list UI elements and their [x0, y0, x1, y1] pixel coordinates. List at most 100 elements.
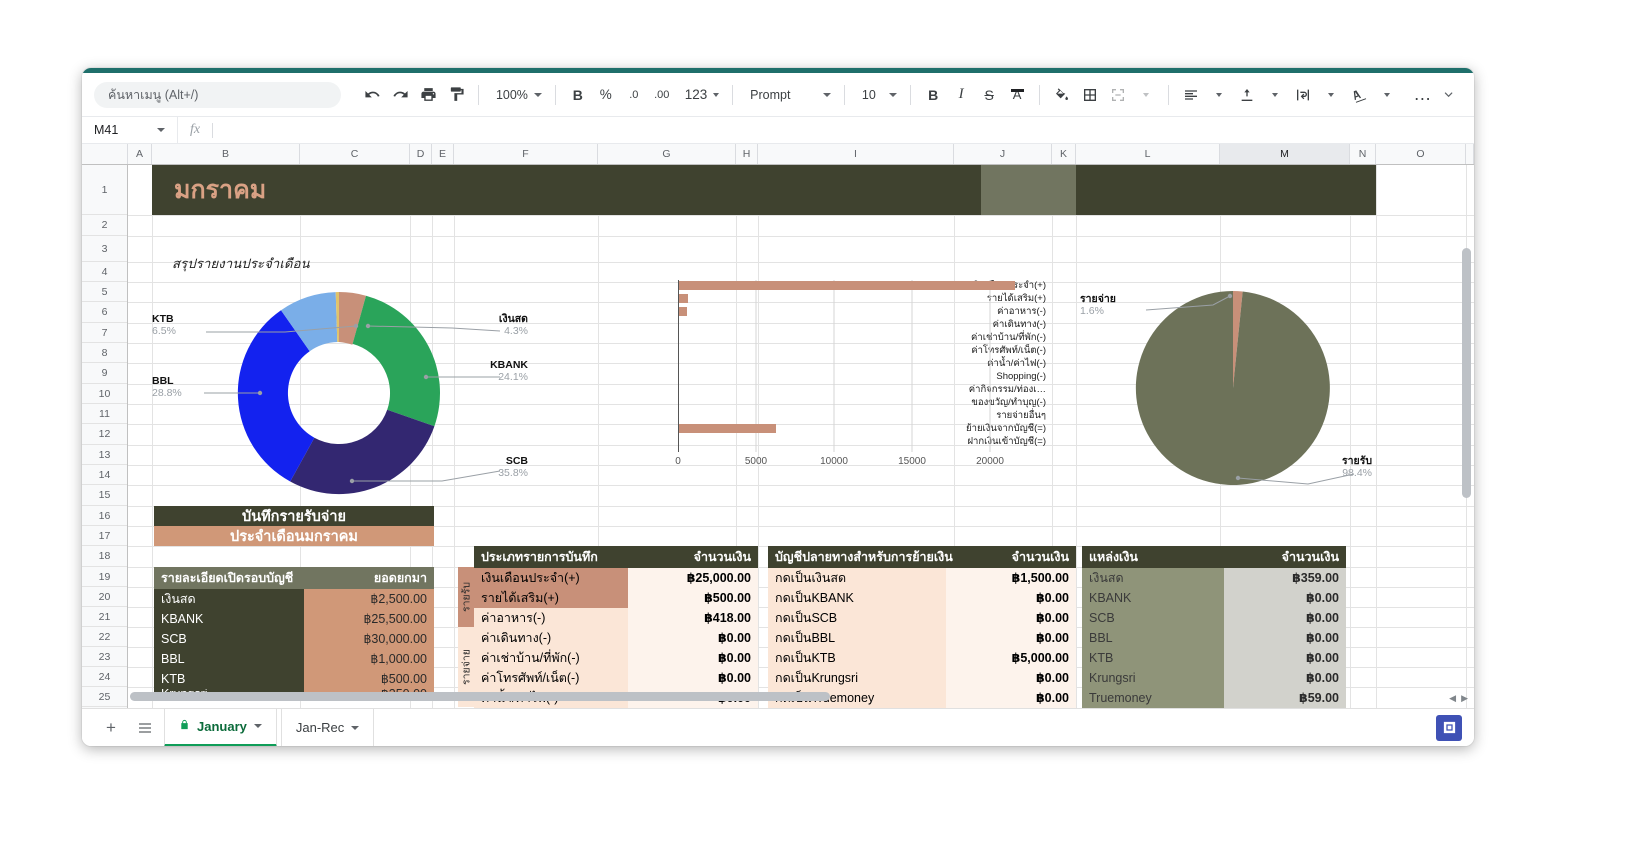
table-row[interactable]: รายได้เสริม(+) ฿500.00	[474, 588, 758, 608]
increase-decimal-button[interactable]: .00	[649, 82, 675, 108]
text-wrap-icon[interactable]	[1290, 82, 1316, 108]
row-header-22[interactable]: 22	[82, 627, 127, 647]
font-size-selector[interactable]: 10	[854, 82, 901, 108]
table-row[interactable]: KTB ฿0.00	[1082, 648, 1346, 668]
row-header-9[interactable]: 9	[82, 363, 127, 384]
table-row[interactable]: กดเป็นBBL ฿0.00	[768, 628, 1076, 648]
more-options-button[interactable]: …	[1410, 82, 1436, 108]
more-formats-selector[interactable]: 123	[677, 82, 724, 108]
all-sheets-icon[interactable]	[130, 713, 160, 743]
table-row[interactable]: ค่าโทรศัพท์/เน็ต(-) ฿0.00	[474, 668, 758, 688]
paint-format-icon[interactable]	[443, 82, 469, 108]
collapse-toolbar-icon[interactable]	[1438, 82, 1464, 108]
decrease-decimal-button[interactable]: .0	[621, 82, 647, 108]
sheet-tab-january[interactable]: January	[164, 708, 277, 746]
text-wrap-dropdown[interactable]	[1318, 82, 1344, 108]
table-row[interactable]: BBL ฿0.00	[1082, 628, 1346, 648]
merge-cells-icon[interactable]	[1105, 82, 1131, 108]
column-header-J[interactable]: J	[954, 144, 1052, 164]
column-header-H[interactable]: H	[736, 144, 758, 164]
column-header-D[interactable]: D	[410, 144, 432, 164]
row-header-16[interactable]: 16	[82, 506, 127, 526]
print-icon[interactable]	[415, 82, 441, 108]
column-header-B[interactable]: B	[152, 144, 300, 164]
table-row[interactable]: KTB ฿500.00	[154, 669, 434, 689]
row-header-21[interactable]: 21	[82, 607, 127, 627]
explore-icon[interactable]	[1436, 714, 1462, 741]
column-header-N[interactable]: N	[1350, 144, 1376, 164]
table-row[interactable]: เงินสด ฿2,500.00	[154, 589, 434, 609]
row-header-15[interactable]: 15	[82, 485, 127, 506]
vertical-scroll-thumb[interactable]	[1462, 248, 1471, 498]
row-header-2[interactable]: 2	[82, 215, 127, 236]
horizontal-scroll-thumb[interactable]	[130, 692, 830, 701]
add-sheet-button[interactable]: +	[96, 713, 126, 743]
row-header-18[interactable]: 18	[82, 546, 127, 567]
table-row[interactable]: ค่าเดินทาง(-) ฿0.00	[474, 628, 758, 648]
text-rotation-icon[interactable]	[1346, 82, 1372, 108]
row-header-25[interactable]: 25	[82, 687, 127, 707]
select-all-corner[interactable]	[82, 144, 128, 164]
text-color-button[interactable]: A	[1004, 82, 1030, 108]
sheet-tab-jan-rec[interactable]: Jan-Rec	[280, 708, 375, 746]
table-row[interactable]: กดเป็นKTB ฿5,000.00	[768, 648, 1076, 668]
horizontal-scrollbar[interactable]	[130, 691, 1444, 702]
row-header-10[interactable]: 10	[82, 384, 127, 404]
table-row[interactable]: กดเป็นKrungsri ฿0.00	[768, 668, 1076, 688]
table-row[interactable]: เงินเดือนประจำ(+) ฿25,000.00	[474, 568, 758, 588]
scroll-right-icon[interactable]: ▶	[1461, 693, 1468, 704]
table-row[interactable]: เงินสด ฿359.00	[1082, 568, 1346, 588]
donut-chart[interactable]: KTB 6.5% BBL 28.8% เงินสด 4.3% KBANK 24.…	[152, 285, 532, 500]
column-header-K[interactable]: K	[1052, 144, 1076, 164]
zoom-selector[interactable]: 100%	[488, 82, 546, 108]
horizontal-align-dropdown[interactable]	[1206, 82, 1232, 108]
vertical-align-dropdown[interactable]	[1262, 82, 1288, 108]
column-header-I[interactable]: I	[758, 144, 954, 164]
row-header-14[interactable]: 14	[82, 465, 127, 485]
borders-icon[interactable]	[1077, 82, 1103, 108]
table-row[interactable]: KBANK ฿0.00	[1082, 588, 1346, 608]
name-box[interactable]: M41	[82, 117, 178, 143]
chevron-down-icon[interactable]	[253, 724, 262, 728]
table-row[interactable]: SCB ฿0.00	[1082, 608, 1346, 628]
currency-format-button[interactable]: B	[565, 82, 591, 108]
scroll-left-icon[interactable]: ◀	[1449, 693, 1456, 704]
table-row[interactable]: SCB ฿30,000.00	[154, 629, 434, 649]
table-row[interactable]: Krungsri ฿0.00	[1082, 668, 1346, 688]
row-header-3[interactable]: 3	[82, 236, 127, 262]
row-header-5[interactable]: 5	[82, 282, 127, 302]
row-header-11[interactable]: 11	[82, 404, 127, 424]
scroll-corner-arrows[interactable]: ◀ ▶	[1449, 693, 1468, 704]
column-header-E[interactable]: E	[432, 144, 454, 164]
table-row[interactable]: BBL ฿1,000.00	[154, 649, 434, 669]
column-header-L[interactable]: L	[1076, 144, 1220, 164]
column-header-M[interactable]: M	[1220, 144, 1350, 164]
chevron-down-icon[interactable]	[351, 725, 360, 730]
row-header-20[interactable]: 20	[82, 587, 127, 607]
percent-format-button[interactable]: %	[593, 82, 619, 108]
row-header-23[interactable]: 23	[82, 647, 127, 667]
pie-chart[interactable]: รายจ่าย 1.6% รายรับ 98.4%	[1058, 283, 1378, 498]
fill-color-icon[interactable]	[1049, 82, 1075, 108]
column-header-G[interactable]: G	[598, 144, 736, 164]
table-row[interactable]: ค่าเช่าบ้าน/ที่พัก(-) ฿0.00	[474, 648, 758, 668]
redo-icon[interactable]	[387, 82, 413, 108]
bold-button[interactable]: B	[920, 82, 946, 108]
undo-icon[interactable]	[359, 82, 385, 108]
search-input[interactable]: ค้นหาเมนู (Alt+/)	[94, 81, 342, 108]
column-header-C[interactable]: C	[300, 144, 410, 164]
column-header-O[interactable]: O	[1376, 144, 1466, 164]
row-header-4[interactable]: 4	[82, 262, 127, 282]
row-header-19[interactable]: 19	[82, 567, 127, 587]
column-header-A[interactable]: A	[128, 144, 152, 164]
table-row[interactable]: KBANK ฿25,500.00	[154, 609, 434, 629]
row-header-8[interactable]: 8	[82, 343, 127, 363]
vertical-align-icon[interactable]	[1234, 82, 1260, 108]
row-header-7[interactable]: 7	[82, 323, 127, 343]
text-rotation-dropdown[interactable]	[1374, 82, 1400, 108]
row-header-13[interactable]: 13	[82, 445, 127, 465]
horizontal-align-icon[interactable]	[1178, 82, 1204, 108]
table-row[interactable]: ค่าอาหาร(-) ฿418.00	[474, 608, 758, 628]
column-header-F[interactable]: F	[454, 144, 598, 164]
merge-cells-dropdown[interactable]	[1133, 82, 1159, 108]
